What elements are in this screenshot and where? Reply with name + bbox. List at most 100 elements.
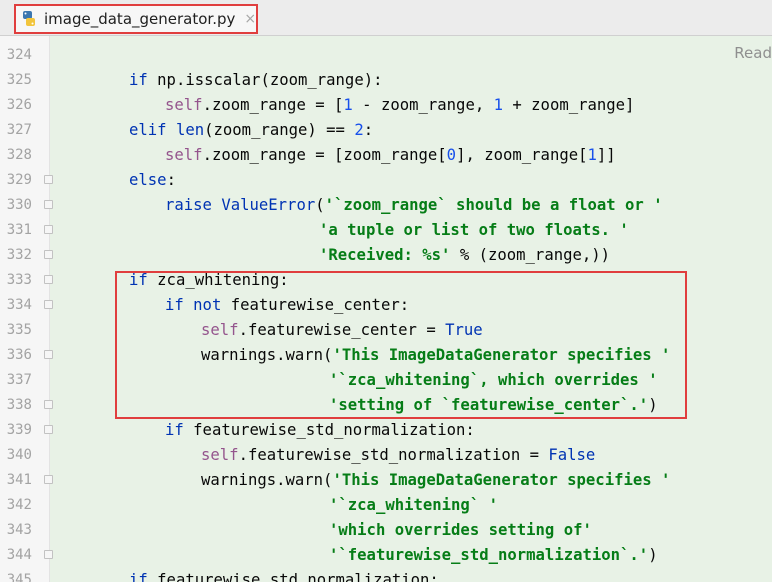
fold-marker-icon[interactable] xyxy=(44,400,53,409)
code-token: warnings.warn( xyxy=(201,471,333,489)
code-text: else: xyxy=(129,168,176,193)
keyword-token: else xyxy=(129,171,167,189)
fold-marker-icon[interactable] xyxy=(44,200,53,209)
line-number: 338 xyxy=(6,397,32,413)
code-line[interactable]: 331 'a tuple or list of two floats. ' xyxy=(0,218,772,243)
code-line[interactable]: 328 self.zoom_range = [zoom_range[0], zoo… xyxy=(0,143,772,168)
fold-marker-icon[interactable] xyxy=(44,350,53,359)
code-token: .featurewise_center = xyxy=(238,321,446,339)
code-text: 'Received: %s' % (zoom_range,)) xyxy=(319,243,610,268)
code-token: featurewise_std_normalization: xyxy=(147,571,439,582)
code-line[interactable]: 327 elif len(zoom_range) == 2: xyxy=(0,118,772,143)
string-token: 'This ImageDataGenerator specifies ' xyxy=(332,346,671,364)
code-line[interactable]: 337 '`zca_whitening`, which overrides ' xyxy=(0,368,772,393)
string-token: 'a tuple or list of two floats. ' xyxy=(319,221,629,239)
tab-close-icon[interactable]: × xyxy=(244,11,256,27)
code-text: 'setting of `featurewise_center`.') xyxy=(329,393,658,418)
keyword-token: if not xyxy=(165,296,222,314)
keyword-token: if xyxy=(165,421,184,439)
code-line[interactable]: 342 '`zca_whitening` ' xyxy=(0,493,772,518)
line-number: 328 xyxy=(6,147,32,163)
line-number: 333 xyxy=(6,272,32,288)
code-token: - zoom_range, xyxy=(352,96,494,114)
python-file-icon xyxy=(20,10,38,28)
number-token: 0 xyxy=(446,146,457,164)
code-line[interactable]: 336 warnings.warn('This ImageDataGenerato… xyxy=(0,343,772,368)
fold-marker-icon[interactable] xyxy=(44,175,53,184)
fold-marker-icon[interactable] xyxy=(44,550,53,559)
code-line[interactable]: 332 'Received: %s' % (zoom_range,)) xyxy=(0,243,772,268)
line-number: 339 xyxy=(6,422,32,438)
code-line[interactable]: 340 self.featurewise_std_normalization = … xyxy=(0,443,772,468)
code-token: .zoom_range = [ xyxy=(202,96,344,114)
line-number: 342 xyxy=(6,497,32,513)
code-editor[interactable]: Read 324 325 if np.isscalar(zoom_range): 32… xyxy=(0,36,772,582)
line-number: 329 xyxy=(6,172,32,188)
tab-filename: image_data_generator.py xyxy=(44,10,236,28)
code-token: ) xyxy=(648,396,658,414)
code-token: warnings.warn( xyxy=(201,346,333,364)
code-text: '`zca_whitening`, which overrides ' xyxy=(329,368,658,393)
number-token: 2 xyxy=(354,121,364,139)
line-number: 343 xyxy=(6,522,32,538)
self-token: self xyxy=(201,446,239,464)
string-token: '`zoom_range` should be a float or ' xyxy=(324,196,663,214)
fold-marker-icon[interactable] xyxy=(44,425,53,434)
code-line[interactable]: 343 'which overrides setting of' xyxy=(0,518,772,543)
code-line[interactable]: 326 self.zoom_range = [1 - zoom_range, 1 … xyxy=(0,93,772,118)
code-text: warnings.warn('This ImageDataGenerator s… xyxy=(201,468,670,493)
code-text: if featurewise_std_normalization: xyxy=(165,418,475,443)
string-token: '`featurewise_std_normalization`.' xyxy=(329,546,649,564)
code-text: if zca_whitening: xyxy=(129,268,289,293)
code-line[interactable]: 334 if not featurewise_center: xyxy=(0,293,772,318)
fold-marker-icon[interactable] xyxy=(44,300,53,309)
line-number: 324 xyxy=(6,47,32,63)
code-text: elif len(zoom_range) == 2: xyxy=(129,118,373,143)
code-line[interactable]: 339 if featurewise_std_normalization: xyxy=(0,418,772,443)
number-token: 1 xyxy=(343,96,353,114)
code-text: if not featurewise_center: xyxy=(165,293,409,318)
line-number: 334 xyxy=(6,297,32,313)
code-line[interactable]: 341 warnings.warn('This ImageDataGenerato… xyxy=(0,468,772,493)
fold-marker-icon[interactable] xyxy=(44,275,53,284)
string-token: 'Received: %s' xyxy=(319,246,451,264)
fold-marker-icon[interactable] xyxy=(44,250,53,259)
code-text: '`zca_whitening` ' xyxy=(329,493,498,518)
self-token: self xyxy=(165,146,203,164)
string-token: 'which overrides setting of' xyxy=(329,521,592,539)
fold-marker-icon[interactable] xyxy=(44,475,53,484)
code-line[interactable]: 338 'setting of `featurewise_center`.') xyxy=(0,393,772,418)
code-text: self.featurewise_std_normalization = Fal… xyxy=(201,443,595,468)
line-number: 335 xyxy=(6,322,32,338)
code-token: : xyxy=(166,171,176,189)
line-number: 340 xyxy=(6,447,32,463)
string-token: 'This ImageDataGenerator specifies ' xyxy=(332,471,671,489)
code-line[interactable]: 330 raise ValueError('`zoom_range` should… xyxy=(0,193,772,218)
code-line[interactable]: 324 xyxy=(0,43,772,68)
code-token: .zoom_range = [zoom_range[ xyxy=(202,146,447,164)
code-token: : xyxy=(363,121,374,139)
keyword-token: len xyxy=(175,121,205,139)
code-token: .featurewise_std_normalization = xyxy=(238,446,549,464)
code-text: self.zoom_range = [zoom_range[0], zoom_r… xyxy=(165,143,616,168)
tab-image-data-generator[interactable]: image_data_generator.py × xyxy=(14,4,258,34)
fold-marker-icon[interactable] xyxy=(44,225,53,234)
code-line[interactable]: 345 if featurewise_std_normalization: xyxy=(0,568,772,582)
string-token: '`zca_whitening` ' xyxy=(329,496,498,514)
line-number: 341 xyxy=(6,472,32,488)
keyword-token: False xyxy=(548,446,596,464)
code-line[interactable]: 344 '`featurewise_std_normalization`.') xyxy=(0,543,772,568)
code-line[interactable]: 329 else: xyxy=(0,168,772,193)
code-line[interactable]: 335 self.featurewise_center = True xyxy=(0,318,772,343)
string-token: 'setting of `featurewise_center`.' xyxy=(329,396,649,414)
keyword-token: if xyxy=(129,571,148,582)
code-line[interactable]: 325 if np.isscalar(zoom_range): xyxy=(0,68,772,93)
code-line[interactable]: 333 if zca_whitening: xyxy=(0,268,772,293)
code-text: 'a tuple or list of two floats. ' xyxy=(319,218,629,243)
code-text: self.zoom_range = [1 - zoom_range, 1 + z… xyxy=(165,93,634,118)
code-token: + zoom_range] xyxy=(503,96,635,114)
code-token: featurewise_std_normalization: xyxy=(183,421,475,439)
line-number: 325 xyxy=(6,72,32,88)
